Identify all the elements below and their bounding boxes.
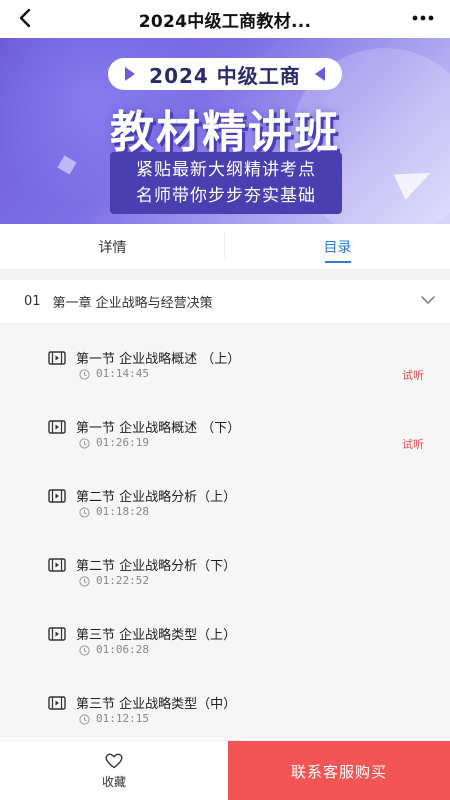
active-tab-indicator xyxy=(324,261,351,263)
banner-pill-text: 2024 中级工商 xyxy=(149,63,301,88)
top-nav-bar: 2024中级工商教材... xyxy=(0,0,450,38)
back-button[interactable] xyxy=(10,3,40,33)
banner-subtitle-line-1: 紧贴最新大纲精讲考点 xyxy=(136,160,316,180)
lesson-item[interactable]: 第三节 企业战略类型（中） 01:12:15 xyxy=(0,669,450,738)
lesson-item[interactable]: 第三节 企业战略类型（上） 01:06:28 xyxy=(0,600,450,669)
clock-icon xyxy=(79,576,90,587)
more-button[interactable] xyxy=(408,4,438,32)
tab-details[interactable]: 详情 xyxy=(0,224,225,269)
banner-subtitle-line-2: 名师带你步步夯实基础 xyxy=(136,186,316,206)
banner-year-pill: 2024 中级工商 xyxy=(108,58,342,90)
video-icon xyxy=(48,627,66,641)
content-tabs: 详情 目录 xyxy=(0,224,450,270)
video-icon xyxy=(48,351,66,365)
lesson-title: 第三节 企业战略类型（中） xyxy=(76,697,237,712)
chapter-header[interactable]: 01 第一章 企业战略与经营决策 xyxy=(0,280,450,324)
triangle-right-icon xyxy=(125,67,136,81)
bottom-action-bar: 收藏 联系客服购买 xyxy=(0,740,450,800)
lesson-item[interactable]: 第二节 企业战略分析（下） 01:22:52 xyxy=(0,531,450,600)
lesson-title: 第一节 企业战略概述 （上） xyxy=(76,352,241,367)
lesson-title: 第二节 企业战略分析（上） xyxy=(76,490,237,505)
video-icon xyxy=(48,420,66,434)
tab-catalog-label: 目录 xyxy=(323,239,352,256)
favorite-button[interactable]: 收藏 xyxy=(0,741,228,800)
trial-badge[interactable]: 试听 xyxy=(402,367,424,383)
lesson-duration: 01:18:28 xyxy=(96,505,149,518)
buy-button-label: 联系客服购买 xyxy=(290,762,387,781)
lesson-item[interactable]: 第一节 企业战略概述 （下） 01:26:19 试听 xyxy=(0,393,450,462)
more-horizontal-icon xyxy=(412,15,434,21)
lesson-list: 第一节 企业战略概述 （上） 01:14:45 试听 第一节 企业战略概述 （下… xyxy=(0,324,450,738)
clock-icon xyxy=(79,438,90,449)
course-banner: 2024 中级工商 教材精讲班 紧贴最新大纲精讲考点 名师带你步步夯实基础 xyxy=(0,38,450,224)
lesson-item[interactable]: 第一节 企业战略概述 （上） 01:14:45 试听 xyxy=(0,324,450,393)
banner-subtitle-box: 紧贴最新大纲精讲考点 名师带你步步夯实基础 xyxy=(110,152,342,214)
clock-icon xyxy=(79,369,90,380)
lesson-title: 第一节 企业战略概述 （下） xyxy=(76,421,241,436)
chevron-down-icon[interactable] xyxy=(420,294,436,306)
lesson-duration: 01:26:19 xyxy=(96,436,149,449)
contact-service-buy-button[interactable]: 联系客服购买 xyxy=(228,741,450,800)
lesson-duration: 01:22:52 xyxy=(96,574,149,587)
chevron-left-icon xyxy=(19,8,31,28)
heart-icon xyxy=(105,753,123,768)
clock-icon xyxy=(79,714,90,725)
tab-catalog[interactable]: 目录 xyxy=(225,224,450,269)
page-title: 2024中级工商教材... xyxy=(138,11,312,32)
favorite-label: 收藏 xyxy=(101,774,126,789)
clock-icon xyxy=(79,507,90,518)
lesson-duration: 01:14:45 xyxy=(96,367,149,380)
tab-divider xyxy=(224,232,225,258)
lesson-title: 第二节 企业战略分析（下） xyxy=(76,559,237,574)
lesson-item[interactable]: 第二节 企业战略分析（上） 01:18:28 xyxy=(0,462,450,531)
trial-badge[interactable]: 试听 xyxy=(402,436,424,452)
chapter-title: 第一章 企业战略与经营决策 xyxy=(52,296,213,311)
lesson-duration: 01:06:28 xyxy=(96,643,149,656)
clock-icon xyxy=(79,645,90,656)
tab-details-label: 详情 xyxy=(98,239,127,256)
lesson-duration: 01:12:15 xyxy=(96,712,149,725)
video-icon xyxy=(48,558,66,572)
video-icon xyxy=(48,696,66,710)
video-icon xyxy=(48,489,66,503)
chapter-number: 01 xyxy=(24,294,41,309)
banner-headline: 教材精讲班 xyxy=(110,107,340,158)
lesson-title: 第三节 企业战略类型（上） xyxy=(76,628,237,643)
triangle-left-icon xyxy=(314,67,325,81)
section-gap xyxy=(0,270,450,280)
